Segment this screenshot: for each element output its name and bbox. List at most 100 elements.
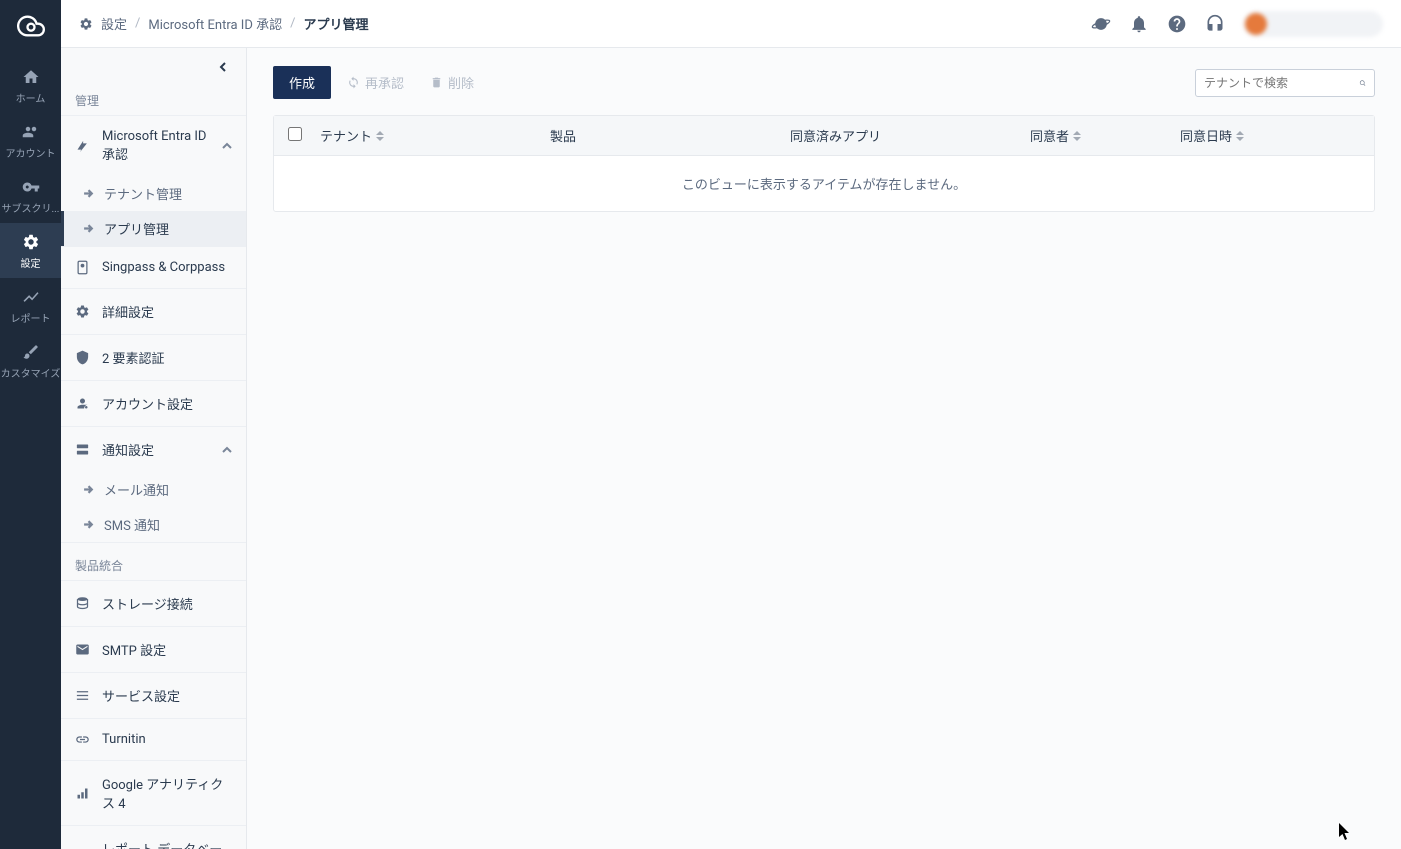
rail-item-home[interactable]: ホーム	[0, 58, 61, 113]
sidebar-subitem-mail[interactable]: メール通知	[61, 472, 246, 507]
sidebar-item-entra[interactable]: Microsoft Entra ID 承認	[61, 115, 246, 176]
headset-icon[interactable]	[1205, 14, 1225, 34]
breadcrumb: 設定 / Microsoft Entra ID 承認 / アプリ管理	[79, 14, 368, 33]
search-icon[interactable]	[1359, 76, 1366, 90]
sidebar-item-smtp[interactable]: SMTP 設定	[61, 626, 246, 672]
arrow-right-icon	[83, 223, 94, 234]
link-icon	[75, 732, 90, 747]
create-button[interactable]: 作成	[273, 66, 331, 99]
search-input[interactable]	[1204, 76, 1359, 90]
shield-icon	[75, 350, 90, 365]
th-tenant[interactable]: テナント	[320, 126, 550, 145]
refresh-icon	[347, 76, 360, 89]
main-content: 作成 再承認 削除	[247, 48, 1401, 849]
users-icon	[22, 123, 40, 141]
sidebar-item-turnitin[interactable]: Turnitin	[61, 718, 246, 760]
sidebar-subitem-label: SMS 通知	[104, 515, 160, 534]
sidebar-item-label: Turnitin	[102, 732, 232, 747]
rail-item-label: ホーム	[16, 90, 46, 105]
th-label: テナント	[320, 126, 372, 145]
arrow-right-icon	[83, 188, 94, 199]
user-menu[interactable]	[1243, 11, 1383, 37]
rail-item-label: カスタマイズ	[1, 365, 61, 380]
th-date[interactable]: 同意日時	[1180, 126, 1360, 145]
reauth-button: 再承認	[337, 66, 414, 99]
rail-item-label: アカウント	[6, 145, 56, 160]
sort-icon	[376, 131, 384, 141]
rail-item-settings[interactable]: 設定	[0, 223, 61, 278]
sidebar-item-reportdb[interactable]: レポート データベース	[61, 825, 246, 849]
settings-sidebar: 管理 Microsoft Entra ID 承認 テナント管理 アプリ管理 Si	[61, 48, 247, 849]
help-icon[interactable]	[1167, 14, 1187, 34]
user-gear-icon	[75, 396, 90, 411]
search-box[interactable]	[1195, 69, 1375, 97]
home-icon	[22, 68, 40, 86]
planet-icon[interactable]	[1091, 14, 1111, 34]
sidebar-item-label: 2 要素認証	[102, 348, 232, 367]
sidebar-item-label: ストレージ接続	[102, 594, 232, 613]
gear-icon	[75, 304, 90, 319]
th-label: 同意日時	[1180, 126, 1232, 145]
rail-item-customize[interactable]: カスタマイズ	[0, 333, 61, 388]
sort-icon	[1073, 131, 1081, 141]
arrow-right-icon	[83, 484, 94, 495]
th-consenter[interactable]: 同意者	[1030, 126, 1180, 145]
sidebar-item-2fa[interactable]: 2 要素認証	[61, 334, 246, 380]
sort-icon	[1236, 131, 1244, 141]
rail-item-label: サブスクリ...	[2, 200, 60, 215]
th-app[interactable]: 同意済みアプリ	[790, 126, 1030, 145]
th-label: 同意済みアプリ	[790, 126, 881, 145]
top-header: 設定 / Microsoft Entra ID 承認 / アプリ管理	[61, 0, 1401, 48]
sidebar-item-advanced[interactable]: 詳細設定	[61, 288, 246, 334]
sidebar-item-storage[interactable]: ストレージ接続	[61, 580, 246, 626]
gear-icon	[22, 233, 40, 251]
sidebar-item-label: サービス設定	[102, 686, 232, 705]
breadcrumb-sep: /	[135, 16, 140, 31]
azure-icon	[75, 139, 90, 154]
brand-logo	[17, 12, 45, 40]
arrow-right-icon	[83, 519, 94, 530]
sidebar-item-label: 通知設定	[102, 440, 210, 459]
th-label: 同意者	[1030, 126, 1069, 145]
sidebar-section-integration: 製品統合	[61, 542, 246, 580]
rail-item-label: レポート	[11, 310, 51, 325]
sidebar-item-ga4[interactable]: Google アナリティクス 4	[61, 760, 246, 825]
sidebar-subitem-app[interactable]: アプリ管理	[61, 211, 246, 246]
sidebar-item-label: Google アナリティクス 4	[102, 774, 232, 812]
sidebar-item-singpass[interactable]: Singpass & Corppass	[61, 246, 246, 288]
sidebar-item-label: アカウント設定	[102, 394, 232, 413]
breadcrumb-entra[interactable]: Microsoft Entra ID 承認	[148, 14, 282, 33]
th-label: 製品	[550, 126, 576, 145]
left-rail-nav: ホーム アカウント サブスクリ... 設定 レポート カスタマイズ	[0, 0, 61, 849]
breadcrumb-current: アプリ管理	[303, 14, 368, 33]
rail-item-report[interactable]: レポート	[0, 278, 61, 333]
toolbar: 作成 再承認 削除	[273, 66, 1375, 99]
th-product[interactable]: 製品	[550, 126, 790, 145]
server-icon	[75, 442, 90, 457]
brush-icon	[22, 343, 40, 361]
sidebar-item-service[interactable]: サービス設定	[61, 672, 246, 718]
rail-item-account[interactable]: アカウント	[0, 113, 61, 168]
sidebar-subitem-sms[interactable]: SMS 通知	[61, 507, 246, 542]
select-all-checkbox[interactable]	[288, 127, 302, 141]
list-icon	[75, 688, 90, 703]
id-icon	[75, 260, 90, 275]
collapse-sidebar-icon[interactable]	[218, 62, 228, 72]
chevron-up-icon	[222, 141, 232, 151]
database-icon	[75, 596, 90, 611]
chart-icon	[22, 288, 40, 306]
sidebar-subitem-tenant[interactable]: テナント管理	[61, 176, 246, 211]
gear-icon	[79, 17, 93, 31]
sidebar-subitem-label: アプリ管理	[104, 219, 169, 238]
sidebar-item-notif[interactable]: 通知設定	[61, 426, 246, 472]
bell-icon[interactable]	[1129, 14, 1149, 34]
rail-item-label: 設定	[21, 255, 41, 270]
breadcrumb-settings[interactable]: 設定	[101, 14, 127, 33]
sidebar-item-label: Singpass & Corppass	[102, 260, 232, 275]
key-icon	[22, 178, 40, 196]
rail-item-subscription[interactable]: サブスクリ...	[0, 168, 61, 223]
sidebar-item-account-settings[interactable]: アカウント設定	[61, 380, 246, 426]
sidebar-subitem-label: メール通知	[104, 480, 169, 499]
delete-button: 削除	[420, 66, 484, 99]
trash-icon	[430, 76, 443, 89]
